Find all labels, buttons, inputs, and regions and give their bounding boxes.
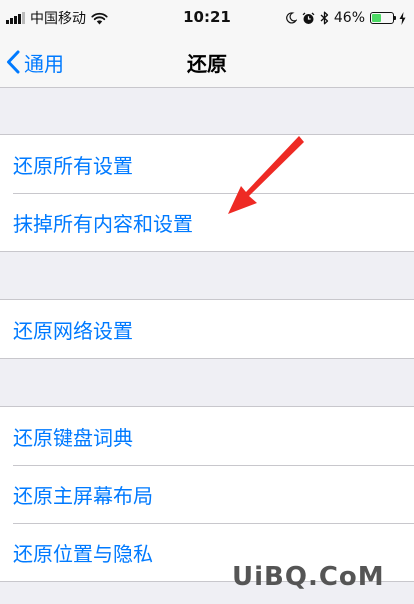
navigation-bar: 通用 还原 — [0, 36, 414, 88]
battery-level — [372, 14, 382, 22]
reset-network-settings-label: 还原网络设置 — [13, 318, 133, 343]
reset-home-screen-layout-row[interactable]: 还原主屏幕布局 — [0, 465, 414, 523]
chevron-left-icon — [7, 50, 20, 74]
watermark: UiBQ.CoM — [232, 562, 385, 592]
reset-all-settings-label: 还原所有设置 — [13, 153, 133, 178]
reset-group-general: 还原所有设置 抹掉所有内容和设置 — [0, 134, 414, 252]
status-right: 46% — [285, 7, 406, 29]
reset-settings-screen: 中国移动 10:21 46% 通用 还原 还原所有设置 抹掉所有内容和设置 还原… — [0, 0, 414, 604]
reset-group-other: 还原键盘词典 还原主屏幕布局 还原位置与隐私 — [0, 406, 414, 582]
back-button[interactable]: 通用 — [6, 46, 64, 78]
back-button-label: 通用 — [24, 51, 64, 76]
bluetooth-icon — [320, 11, 329, 25]
status-bar: 中国移动 10:21 46% — [0, 0, 414, 36]
moon-icon — [285, 12, 297, 24]
status-left: 中国移动 — [6, 8, 108, 28]
reset-location-privacy-label: 还原位置与隐私 — [13, 541, 153, 566]
reset-group-network: 还原网络设置 — [0, 299, 414, 359]
reset-network-settings-row[interactable]: 还原网络设置 — [0, 300, 414, 358]
reset-keyboard-dictionary-label: 还原键盘词典 — [13, 425, 133, 450]
reset-keyboard-dictionary-row[interactable]: 还原键盘词典 — [0, 407, 414, 465]
reset-all-settings-row[interactable]: 还原所有设置 — [0, 135, 414, 193]
carrier-label: 中国移动 — [30, 11, 86, 27]
signal-icon — [6, 12, 25, 24]
erase-all-content-label: 抹掉所有内容和设置 — [13, 211, 193, 236]
reset-home-screen-layout-label: 还原主屏幕布局 — [13, 483, 153, 508]
wifi-icon — [91, 12, 108, 24]
battery-percent: 46% — [333, 10, 365, 26]
battery-icon — [370, 12, 396, 24]
erase-all-content-row[interactable]: 抹掉所有内容和设置 — [0, 193, 414, 251]
alarm-icon — [302, 12, 315, 24]
charging-icon — [399, 11, 406, 25]
top-chrome: 中国移动 10:21 46% 通用 还原 — [0, 0, 414, 88]
